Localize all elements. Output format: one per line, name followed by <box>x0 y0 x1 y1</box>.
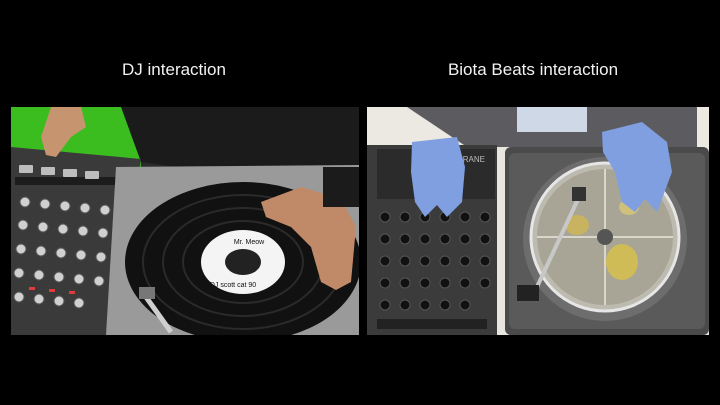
dj-sleeve <box>323 167 359 207</box>
dj-turntable-photo: Mr. Meow DJ scott cat 90 <box>11 107 359 335</box>
cat-graphic <box>225 249 261 275</box>
biota-beats-caption: Biota Beats interaction <box>447 60 619 79</box>
dj-interaction-caption: DJ interaction <box>122 60 226 79</box>
bacteria-culture <box>606 244 638 280</box>
mixer-brand-label: RANE <box>463 155 485 164</box>
record-label: Mr. Meow DJ scott cat 90 <box>201 230 285 294</box>
record-label-line2: DJ scott cat 90 <box>210 282 256 289</box>
biota-beats-illustration: RANE <box>367 107 709 335</box>
biota-beats-photo: RANE <box>367 107 709 335</box>
left-gloved-hand <box>411 137 465 217</box>
person-shirt <box>517 107 587 132</box>
record-label-line1: Mr. Meow <box>234 239 265 246</box>
dj-turntable-illustration: Mr. Meow DJ scott cat 90 <box>11 107 359 335</box>
